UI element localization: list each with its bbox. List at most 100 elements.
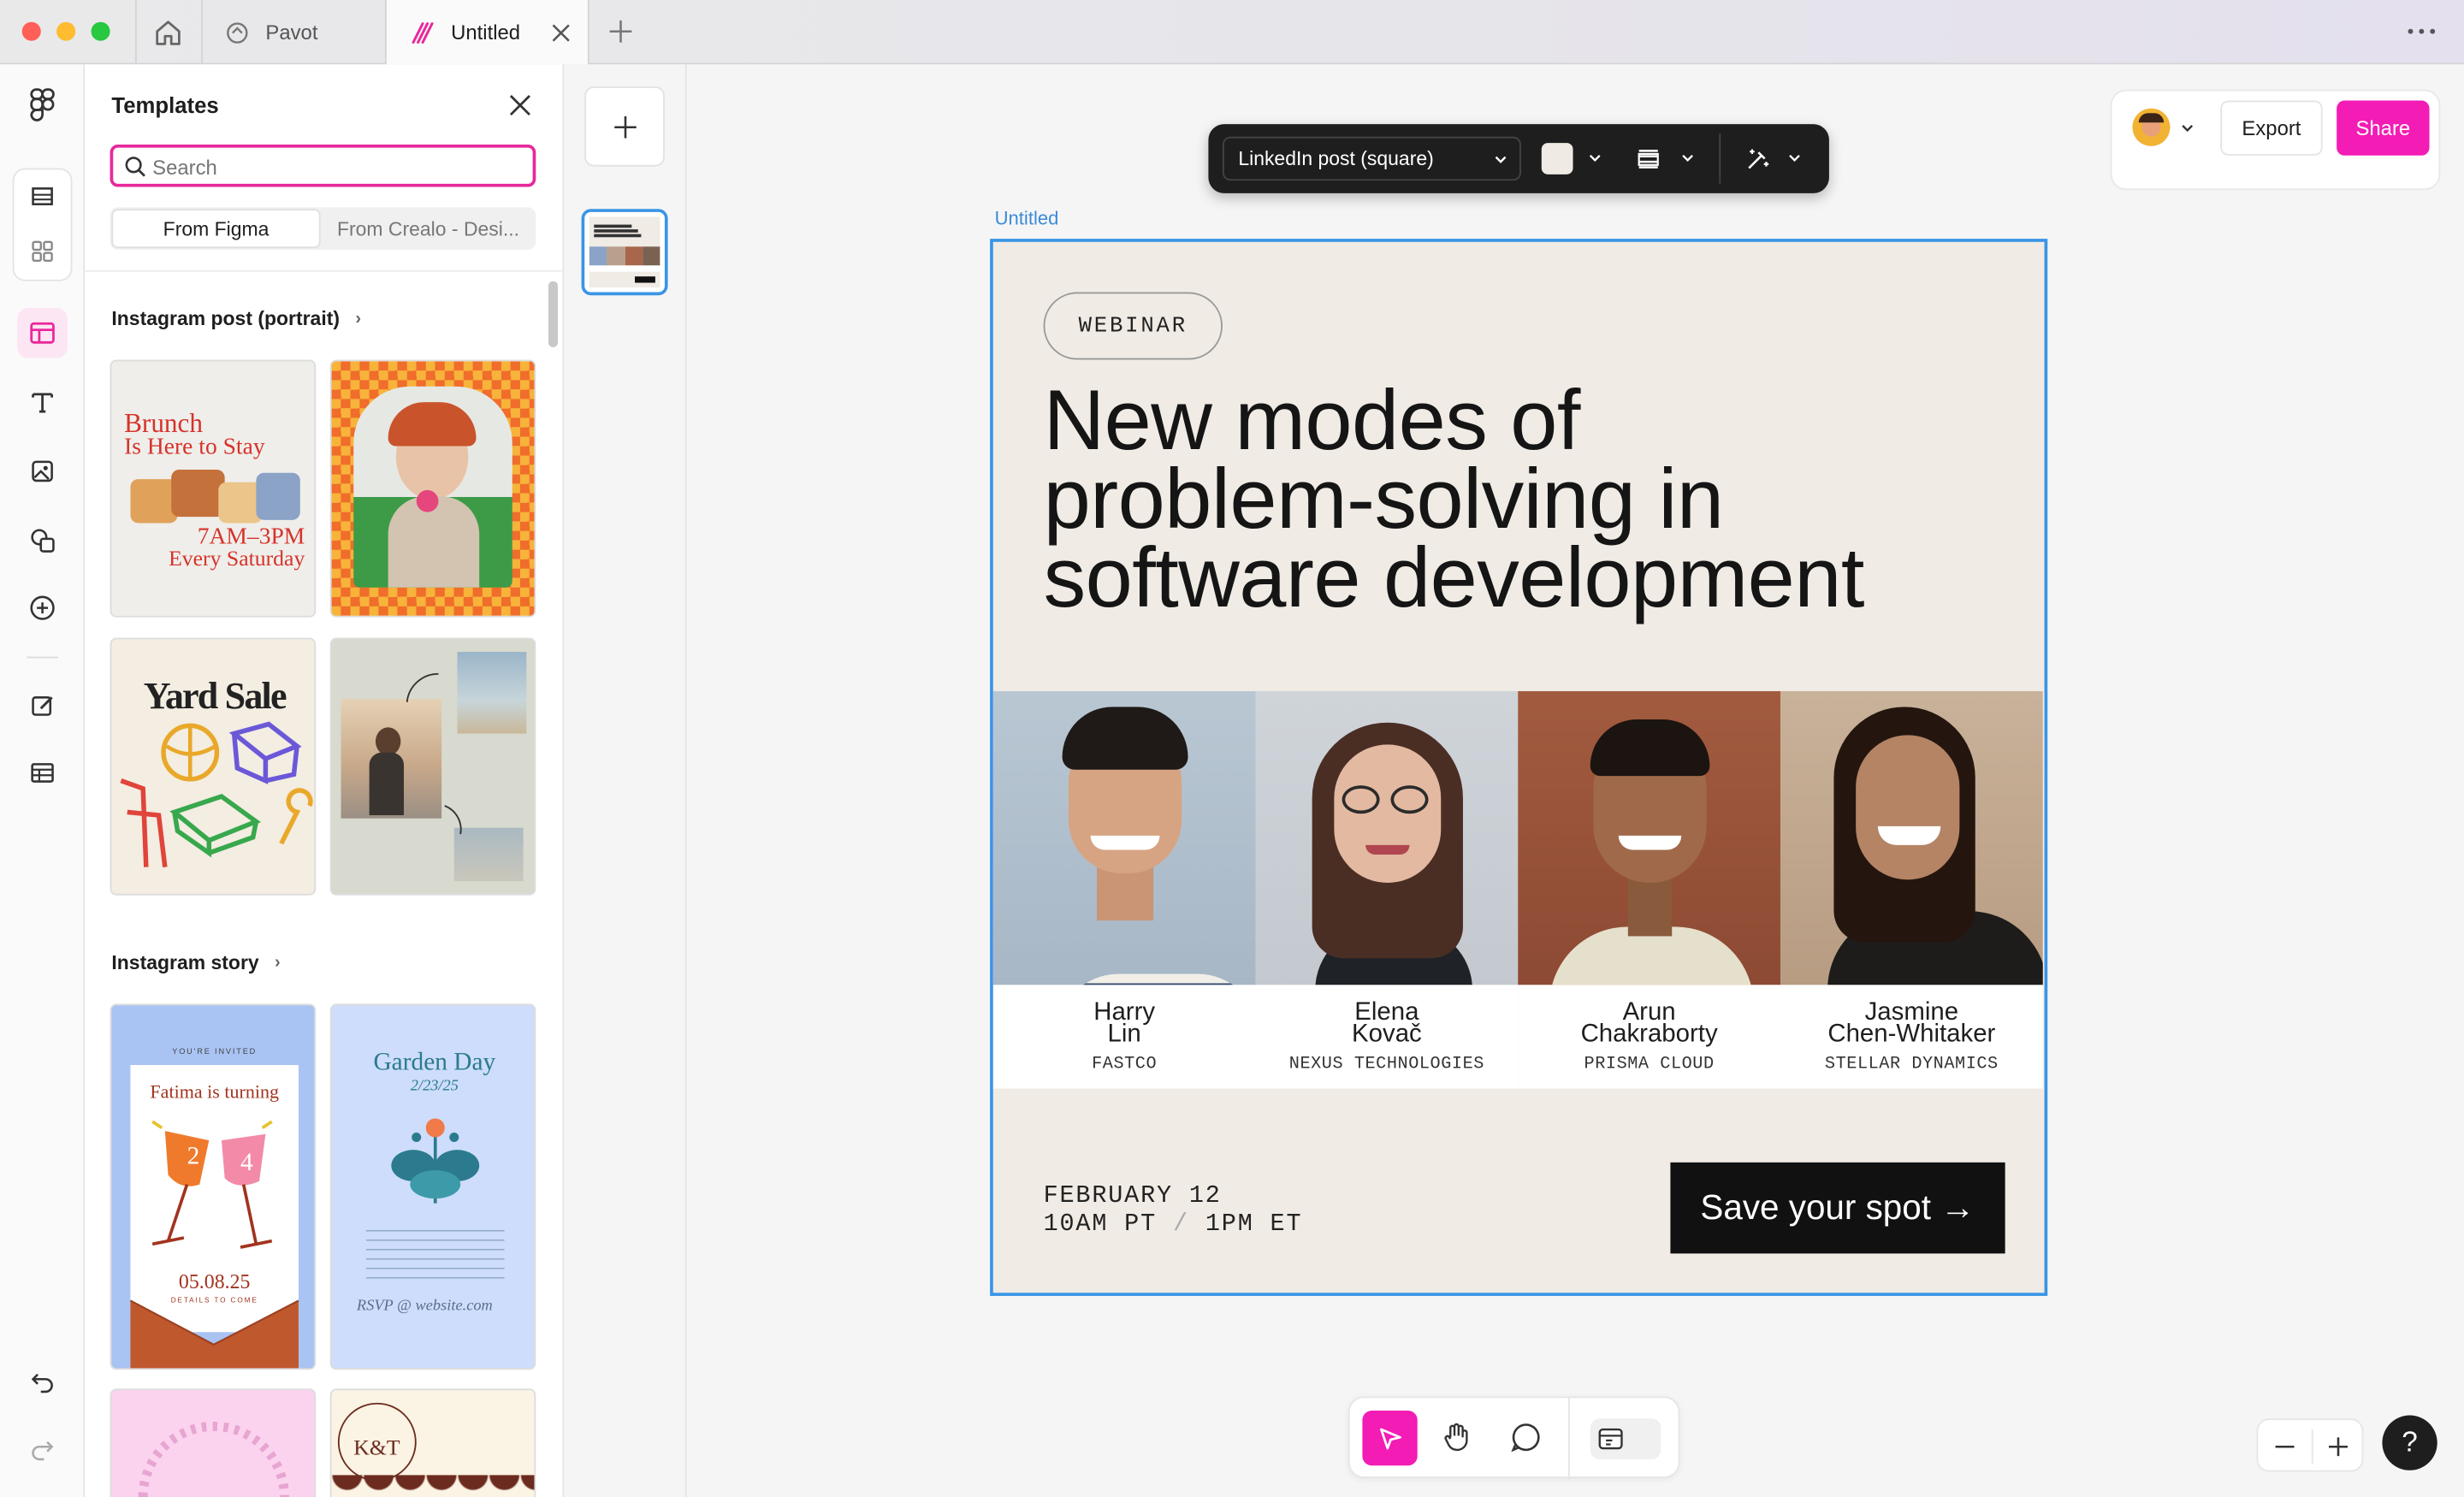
thumb-text: Brunch bbox=[124, 408, 204, 439]
speaker-card: Jasmine Chen-Whitaker STELLAR DYNAMICS bbox=[1780, 985, 2043, 1089]
shapes-icon[interactable] bbox=[17, 515, 68, 565]
text-icon[interactable] bbox=[17, 377, 68, 428]
glasses-illustration bbox=[151, 1120, 273, 1249]
tab-pavot[interactable]: Pavot bbox=[203, 0, 385, 64]
tab-label: Untitled bbox=[451, 20, 521, 44]
cursor-tool[interactable] bbox=[1362, 1410, 1418, 1466]
speaker-card: Harry Lin FASTCO bbox=[992, 985, 1256, 1089]
portrait-image bbox=[353, 386, 512, 588]
design-frame[interactable]: WEBINAR New modes of problem-solving in … bbox=[990, 239, 2048, 1296]
food-image bbox=[130, 464, 300, 530]
event-date: FEBRUARY 12 bbox=[1043, 1180, 1222, 1210]
speaker-card: Arun Chakraborty PRISMA CLOUD bbox=[1518, 985, 1780, 1089]
chevron-down-icon bbox=[1495, 156, 1507, 163]
panel-title: Templates bbox=[111, 92, 219, 118]
close-icon[interactable] bbox=[550, 21, 572, 44]
segment-from-crealo[interactable]: From Crealo - Desi... bbox=[323, 209, 532, 248]
avatar[interactable] bbox=[2132, 108, 2171, 146]
template-thumbnail[interactable]: K&T bbox=[329, 1388, 536, 1497]
template-thumbnail[interactable] bbox=[110, 1388, 317, 1497]
event-time-et: 1PM ET bbox=[1205, 1209, 1303, 1239]
zoom-out-icon[interactable] bbox=[2275, 1437, 2295, 1456]
undo-icon[interactable] bbox=[17, 1356, 68, 1406]
format-dropdown[interactable]: LinkedIn post (square) bbox=[1222, 136, 1521, 181]
template-thumbnail[interactable] bbox=[329, 637, 536, 896]
templates-icon[interactable] bbox=[17, 307, 68, 358]
image-icon[interactable] bbox=[17, 447, 68, 497]
frame-label[interactable]: Untitled bbox=[995, 207, 1059, 229]
thumb-text: Every Saturday bbox=[169, 547, 305, 572]
grid-view-icon[interactable] bbox=[17, 226, 68, 276]
pavot-tab-icon bbox=[227, 21, 248, 43]
share-button[interactable]: Share bbox=[2337, 100, 2430, 156]
speaker-company: STELLAR DYNAMICS bbox=[1824, 1055, 1999, 1075]
segment-from-figma[interactable]: From Figma bbox=[111, 209, 321, 249]
time-separator: / bbox=[1172, 1209, 1189, 1239]
template-thumbnail[interactable]: Brunch Is Here to Stay 7AM–3PM Every Sat… bbox=[110, 359, 317, 618]
figma-icon[interactable] bbox=[17, 80, 68, 131]
search-field[interactable] bbox=[110, 144, 536, 187]
speaker-last-name: Chen-Whitaker bbox=[1827, 1021, 1996, 1048]
chevron-down-icon[interactable] bbox=[2181, 124, 2194, 133]
new-tab-icon[interactable] bbox=[608, 19, 633, 44]
table-icon[interactable] bbox=[17, 748, 68, 798]
template-thumbnail[interactable]: Yard Sale bbox=[110, 637, 317, 896]
headline-line: problem-solving in bbox=[1043, 452, 1724, 547]
speaker-photo bbox=[1518, 690, 1780, 985]
comment-icon[interactable] bbox=[1510, 1422, 1542, 1453]
template-thumbnail[interactable]: Garden Day 2/23/25 RSVP @ website.com bbox=[329, 1003, 536, 1370]
thumb-text: RSVP @ website.com bbox=[356, 1297, 493, 1315]
chevron-down-icon[interactable] bbox=[1681, 154, 1694, 163]
plant-illustration bbox=[391, 1118, 480, 1204]
plus-circle-icon[interactable] bbox=[17, 583, 68, 633]
tab-untitled[interactable]: Untitled bbox=[384, 0, 589, 65]
plus-icon bbox=[613, 115, 636, 138]
maximize-window-button[interactable] bbox=[91, 21, 110, 41]
redo-icon[interactable] bbox=[17, 1423, 68, 1474]
templates-panel: Templates From Figma From Crealo - Desi.… bbox=[85, 64, 565, 1497]
search-input[interactable] bbox=[152, 152, 522, 181]
layout-icon[interactable] bbox=[1636, 146, 1661, 171]
speaker-card: Elena Kovač NEXUS TECHNOLOGIES bbox=[1255, 985, 1519, 1089]
hand-icon[interactable] bbox=[1441, 1422, 1472, 1453]
thumb-text: Fatima is turning bbox=[150, 1080, 280, 1104]
event-datetime: FEBRUARY 12 10AM PT / 1PM ET bbox=[1044, 1181, 1303, 1238]
devmode-icon bbox=[1598, 1428, 1623, 1450]
add-page-button[interactable] bbox=[584, 86, 665, 167]
panel-scrollbar[interactable] bbox=[548, 281, 559, 347]
speaker-last-name: Chakraborty bbox=[1580, 1021, 1718, 1048]
close-window-button[interactable] bbox=[21, 21, 41, 41]
search-icon bbox=[125, 157, 145, 177]
close-icon[interactable] bbox=[509, 94, 531, 116]
headline: New modes of problem-solving in software… bbox=[1043, 374, 1865, 621]
chevron-down-icon[interactable] bbox=[1788, 154, 1801, 163]
section-instagram-post[interactable]: Instagram post (portrait) › bbox=[111, 308, 361, 330]
help-icon[interactable]: ? bbox=[2382, 1415, 2437, 1470]
page-thumbnail[interactable] bbox=[581, 209, 668, 296]
save-spot-button[interactable]: Save your spot → bbox=[1670, 1162, 2005, 1254]
home-icon[interactable] bbox=[152, 17, 184, 49]
template-thumbnail[interactable] bbox=[329, 359, 536, 618]
template-thumbnail[interactable]: YOU'RE INVITED Fatima is turning 2 4 05.… bbox=[110, 1003, 317, 1370]
edit-icon[interactable] bbox=[17, 680, 68, 731]
section-instagram-story[interactable]: Instagram story › bbox=[111, 952, 280, 974]
fill-color-swatch[interactable] bbox=[1541, 143, 1573, 175]
source-segmented-control: From Figma From Crealo - Desi... bbox=[110, 207, 536, 250]
top-right-controls: Export Share bbox=[2110, 89, 2441, 191]
event-time-pt: 10AM PT bbox=[1043, 1209, 1158, 1239]
ai-edit-icon[interactable] bbox=[1744, 145, 1773, 173]
headline-line: New modes of bbox=[1043, 374, 1581, 469]
zoom-controls bbox=[2256, 1418, 2364, 1472]
export-button[interactable]: Export bbox=[2220, 100, 2323, 156]
chevron-down-icon[interactable] bbox=[1589, 154, 1602, 163]
bottom-toolbar bbox=[1348, 1396, 1680, 1480]
devmode-toggle[interactable] bbox=[1590, 1418, 1661, 1459]
zoom-in-icon[interactable] bbox=[2328, 1437, 2348, 1457]
thumb-text: 2/23/25 bbox=[410, 1077, 459, 1095]
more-icon[interactable] bbox=[2406, 22, 2437, 41]
minimize-window-button[interactable] bbox=[56, 21, 76, 41]
speaker-company: FASTCO bbox=[1092, 1055, 1158, 1075]
pages-view-icon[interactable] bbox=[17, 171, 68, 222]
thumb-text: 7AM–3PM bbox=[197, 524, 305, 550]
pages-strip bbox=[564, 64, 687, 1497]
